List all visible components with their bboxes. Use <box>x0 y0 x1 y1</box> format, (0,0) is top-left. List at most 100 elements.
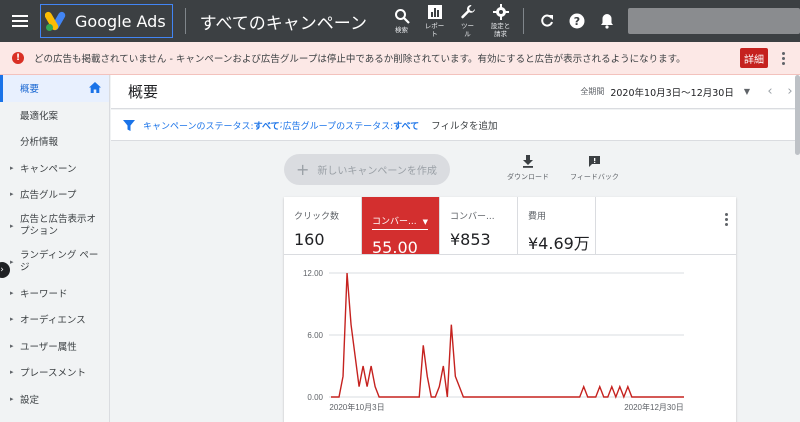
metric-tabs: クリック数 160 コンバー... ▼ 55.00 コンバー... ¥853 費用… <box>284 197 736 257</box>
adgroup-status-filter-value[interactable]: すべて <box>393 119 419 132</box>
metric-label: コンバー... <box>450 212 495 222</box>
sidebar-item-demographics[interactable]: ▸ ユーザー属性 <box>0 333 109 360</box>
header-separator <box>523 8 524 34</box>
chevron-right-icon: › <box>0 265 4 275</box>
campaign-status-filter-label[interactable]: キャンペーンのステータス: <box>143 119 254 132</box>
tools-tool-label: ツー ル <box>461 22 474 38</box>
svg-text:?: ? <box>574 15 580 28</box>
product-name: Google Ads <box>75 11 166 31</box>
sidebar-item-settings[interactable]: ▸ 設定 <box>0 386 109 413</box>
sidebar-item-insights[interactable]: 分析情報 <box>0 128 109 155</box>
scrollbar[interactable] <box>795 75 800 155</box>
page-title: 概要 <box>128 83 159 101</box>
caret-right-icon: ▸ <box>10 394 14 403</box>
chevron-left-icon[interactable]: ‹ <box>760 84 780 99</box>
refresh-icon <box>541 14 553 27</box>
filter-icon[interactable] <box>123 119 135 131</box>
download-button[interactable]: ダウンロード <box>507 155 549 182</box>
reports-tool-label: レポー ト <box>424 22 445 38</box>
caret-right-icon: ▸ <box>10 221 14 230</box>
sidebar-item-label: キャンペーン <box>20 163 77 175</box>
metric-cost[interactable]: 費用 ¥4.69万 <box>518 197 596 254</box>
sidebar-item-keywords[interactable]: ▸ キーワード <box>0 280 109 307</box>
date-range-selector[interactable]: 2020年10月3日〜12月30日 <box>610 85 734 99</box>
more-vert-icon[interactable] <box>776 51 790 65</box>
download-label: ダウンロード <box>507 173 549 181</box>
caret-down-icon[interactable]: ▼ <box>744 87 750 96</box>
bell-icon <box>601 14 613 29</box>
add-filter-button[interactable]: フィルタを追加 <box>431 118 497 132</box>
refresh-button[interactable] <box>532 0 562 42</box>
sidebar-item-label: 広告グループ <box>20 190 77 202</box>
alert-details-button[interactable]: 詳細 <box>740 48 768 68</box>
caret-right-icon: ▸ <box>10 288 14 297</box>
reports-icon <box>427 5 442 19</box>
caret-right-icon: ▸ <box>10 163 14 172</box>
sidebar-item-overview[interactable]: 概要 <box>0 75 109 102</box>
sidebar-item-placements[interactable]: ▸ プレースメント <box>0 359 109 386</box>
metric-conversions[interactable]: コンバー... ▼ 55.00 <box>362 197 440 257</box>
page-heading: すべてのキャンペーン <box>199 13 367 34</box>
sidebar-item-recommendations[interactable]: 最適化案 <box>0 102 109 129</box>
error-icon: ! <box>12 52 24 64</box>
account-switcher[interactable] <box>628 8 800 34</box>
sidebar-item-label: 設定 <box>20 394 40 406</box>
feedback-icon <box>588 156 600 167</box>
adgroup-status-filter-label[interactable]: 広告グループのステータス: <box>283 119 394 132</box>
gear-icon <box>492 4 509 20</box>
sidebar-item-landing-pages[interactable]: ▸ ランディング ペー ジ <box>0 244 109 280</box>
caret-right-icon: ▸ <box>10 341 14 350</box>
sidebar-item-label: ランディング ペー ジ <box>20 249 99 273</box>
metric-clicks[interactable]: クリック数 160 <box>284 197 362 254</box>
top-app-bar: Google Ads すべてのキャンペーン 検索 レポー ト ツー ル 設定と … <box>0 0 800 42</box>
metric-value: ¥853 <box>450 230 491 249</box>
metric-label: 費用 <box>528 212 547 222</box>
download-icon <box>523 155 533 168</box>
filter-bar: キャンペーンのステータス: すべて ; 広告グループのステータス: すべて フィ… <box>111 110 800 141</box>
overview-content: + 新しいキャンペーンを作成 ダウンロード フィードバック クリック数 160 … <box>111 75 800 422</box>
caret-down-icon[interactable]: ▼ <box>423 218 428 226</box>
sidebar-item-audiences[interactable]: ▸ オーディエンス <box>0 306 109 333</box>
caret-right-icon: ▸ <box>10 257 14 266</box>
more-vert-icon[interactable] <box>725 213 728 226</box>
search-tool[interactable]: 検索 <box>385 0 418 42</box>
sidebar-nav: 概要 最適化案 分析情報 ▸ キャンペーン ▸ 広告グループ ▸ 広告と広告表示… <box>0 75 110 422</box>
metric-value: ¥4.69万 <box>528 234 590 253</box>
plus-icon: + <box>296 160 310 179</box>
sidebar-item-ads-extensions[interactable]: ▸ 広告と広告表示オ プション <box>0 208 109 244</box>
alert-banner: ! どの広告も掲載されていません - キャンペーンおよび広告グループは停止中であ… <box>0 42 800 75</box>
tools-tool[interactable]: ツー ル <box>451 0 484 42</box>
sidebar-item-campaigns[interactable]: ▸ キャンペーン <box>0 155 109 182</box>
campaign-status-filter-value[interactable]: すべて <box>254 119 280 132</box>
notifications-button[interactable] <box>592 0 622 42</box>
create-campaign-button[interactable]: + 新しいキャンペーンを作成 <box>284 154 450 185</box>
help-button[interactable]: ? <box>562 0 592 42</box>
reports-tool[interactable]: レポー ト <box>418 0 451 42</box>
google-ads-logo-icon <box>44 10 71 32</box>
alert-message: どの広告も掲載されていません - キャンペーンおよび広告グループは停止中であるか… <box>34 54 686 65</box>
menu-icon[interactable] <box>0 0 40 42</box>
caret-right-icon: ▸ <box>10 368 14 377</box>
settings-tool-label: 設定と 請求 <box>490 22 511 38</box>
sidebar-item-label: オーディエンス <box>20 315 86 327</box>
sidebar-item-label: 最適化案 <box>20 110 59 122</box>
feedback-button[interactable]: フィードバック <box>570 155 619 182</box>
sidebar-item-label: キーワード <box>20 288 68 300</box>
feedback-label: フィードバック <box>570 173 619 181</box>
y-tick-label: 12.00 <box>303 269 324 278</box>
x-tick-label: 2020年12月30日 <box>624 402 684 412</box>
metric-value: 160 <box>294 230 325 249</box>
metric-cost-per-conversion[interactable]: コンバー... ¥853 <box>440 197 518 254</box>
help-icon: ? <box>569 13 585 29</box>
search-tool-label: 検索 <box>395 26 408 34</box>
metric-label: コンバー... ▼ <box>372 214 428 230</box>
sidebar-item-ad-groups[interactable]: ▸ 広告グループ <box>0 181 109 208</box>
x-tick-label: 2020年10月3日 <box>329 402 384 412</box>
main-header: 概要 全期間 2020年10月3日〜12月30日 ▼ ‹ › <box>111 75 800 109</box>
wrench-icon <box>460 5 475 19</box>
settings-tool[interactable]: 設定と 請求 <box>484 0 517 42</box>
y-tick-label: 0.00 <box>307 393 323 402</box>
conversions-line-chart: 12.00 6.00 0.00 2020年10月3日 2020年12月30日 <box>303 269 684 412</box>
search-icon <box>394 9 410 24</box>
google-ads-logo[interactable]: Google Ads <box>40 4 173 38</box>
